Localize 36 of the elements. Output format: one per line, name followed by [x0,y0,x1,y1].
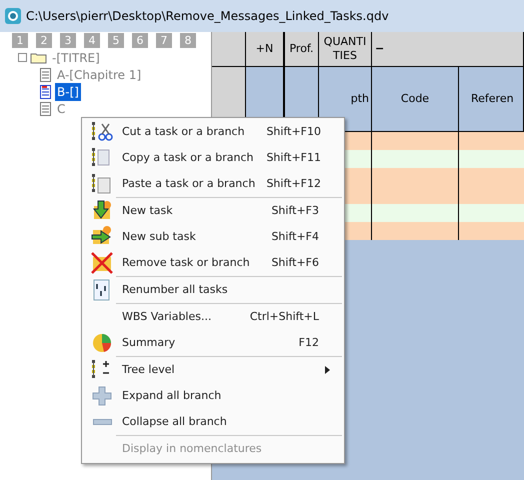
menu-item[interactable]: Renumber all tasks [82,277,342,303]
tree-item[interactable]: C [55,100,68,118]
pie-chart-icon [91,332,113,354]
menu-item[interactable]: Expand all branch [82,383,342,409]
document-icon [40,84,51,98]
tree-item[interactable]: B-[] [55,82,81,100]
menu-item[interactable]: New sub task Shift+F4 [82,224,342,250]
scissors-icon [91,121,113,143]
menu-item[interactable]: Remove task or branch Shift+F6 [82,250,342,276]
menu-item[interactable]: Tree level [82,357,342,383]
column-header: Prof. [285,32,319,66]
column-header: QUANTITIES [319,32,372,66]
tree-item[interactable]: -[TITRE] [50,48,102,66]
document-icon [40,68,51,82]
collapse-toggle-icon[interactable] [18,53,27,62]
menu-item[interactable]: Summary F12 [82,330,342,356]
app-icon [4,7,22,25]
document-icon [40,102,51,116]
menu-item[interactable]: Copy a task or a branch Shift+F11 [82,145,344,171]
menu-item[interactable]: WBS Variables... Ctrl+Shift+L [82,304,342,330]
column-header: − [372,32,524,66]
window-title: C:\Users\pierr\Desktop\Remove_Messages_Linked_Tasks.qdv [26,8,389,25]
menu-item[interactable]: Paste a task or a branch Shift+F12 [82,171,344,197]
down-arrow-icon [91,200,113,222]
minus-icon [92,419,112,425]
column-header: Code [372,67,459,131]
menu-item[interactable]: Collapse all branch [82,409,342,435]
tree-item[interactable]: A-[Chapitre 1] [55,66,144,84]
cross-icon [91,252,113,274]
submenu-arrow-icon [325,366,330,374]
plus-icon [91,385,113,407]
folder-icon [30,52,47,64]
column-header: +N [246,32,285,66]
column-header: Referen [459,67,524,131]
paste-icon [91,173,113,195]
menu-item[interactable]: New task Shift+F3 [82,198,342,224]
